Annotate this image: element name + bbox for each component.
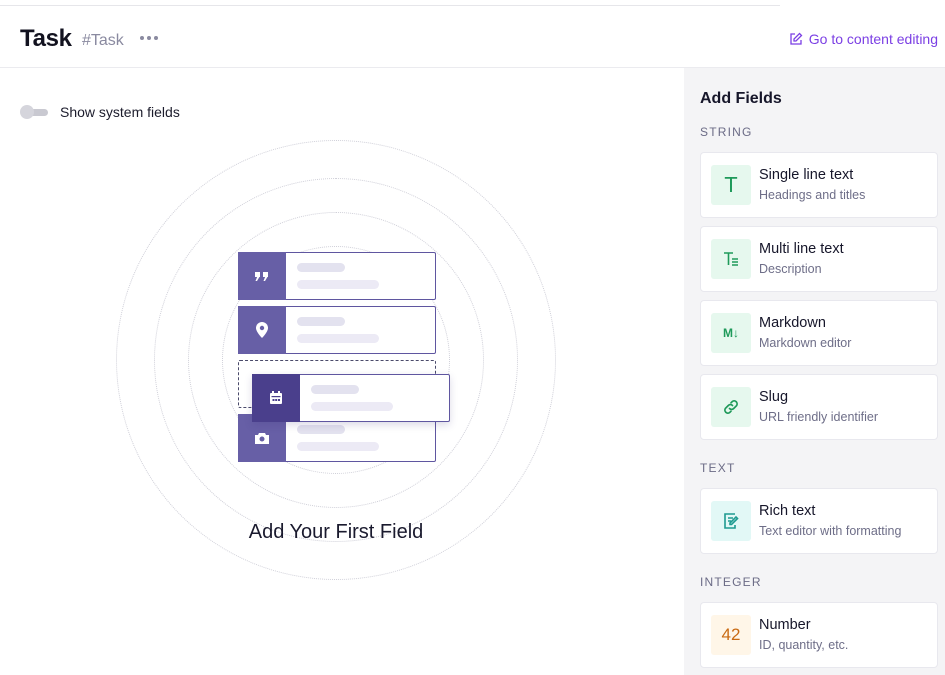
link-icon [711,387,751,427]
location-pin-icon [238,306,286,354]
quote-icon [238,252,286,300]
section-integer: INTEGER [700,575,762,589]
page-header: Task #Task Go to content editing [0,6,945,68]
field-description: Markdown editor [759,336,852,350]
field-markdown[interactable]: M↓ Markdown Markdown editor [700,300,938,366]
add-fields-panel: Add Fields STRING T Single line text Hea… [684,68,945,675]
system-fields-toggle-row: Show system fields [20,104,180,120]
field-name: Markdown [759,315,826,331]
field-slug[interactable]: Slug URL friendly identifier [700,374,938,440]
field-name: Slug [759,389,789,405]
field-name: Single line text [759,167,854,183]
field-name: Multi line text [759,241,844,257]
markdown-icon: M↓ [711,313,751,353]
goto-content-editing-link[interactable]: Go to content editing [789,31,938,47]
illustration-card-quote [238,252,436,300]
field-name: Number [759,617,811,633]
field-single-line-text[interactable]: T Single line text Headings and titles [700,152,938,218]
number-icon: 42 [711,615,751,655]
rich-text-edit-icon [711,501,751,541]
more-options-icon[interactable] [140,32,158,44]
illustration-card-calendar-dragging [252,374,450,422]
field-description: Text editor with formatting [759,524,902,538]
section-text: TEXT [700,461,736,475]
calendar-icon [252,374,300,422]
field-name: Rich text [759,503,816,519]
field-multi-line-text[interactable]: Multi line text Description [700,226,938,292]
illustration-card-location [238,306,436,354]
model-tag: #Task [82,32,124,49]
show-system-fields-toggle[interactable] [20,105,48,119]
goto-content-editing-label: Go to content editing [808,31,938,47]
section-string: STRING [700,125,753,139]
field-description: Headings and titles [759,188,866,202]
multi-line-text-icon [711,239,751,279]
single-line-text-icon: T [711,165,751,205]
field-description: ID, quantity, etc. [759,638,849,652]
field-description: URL friendly identifier [759,410,879,424]
add-first-field-title: Add Your First Field [248,521,424,543]
empty-state-illustration [116,140,556,580]
schema-editor-area: Show system fields Add Your First Field [0,68,684,675]
add-fields-title: Add Fields [700,90,782,107]
field-description: Description [759,262,822,276]
field-rich-text[interactable]: Rich text Text editor with formatting [700,488,938,554]
page-title: Task [20,25,72,52]
field-number[interactable]: 42 Number ID, quantity, etc. [700,602,938,668]
show-system-fields-label: Show system fields [60,104,180,120]
edit-icon [790,32,803,45]
